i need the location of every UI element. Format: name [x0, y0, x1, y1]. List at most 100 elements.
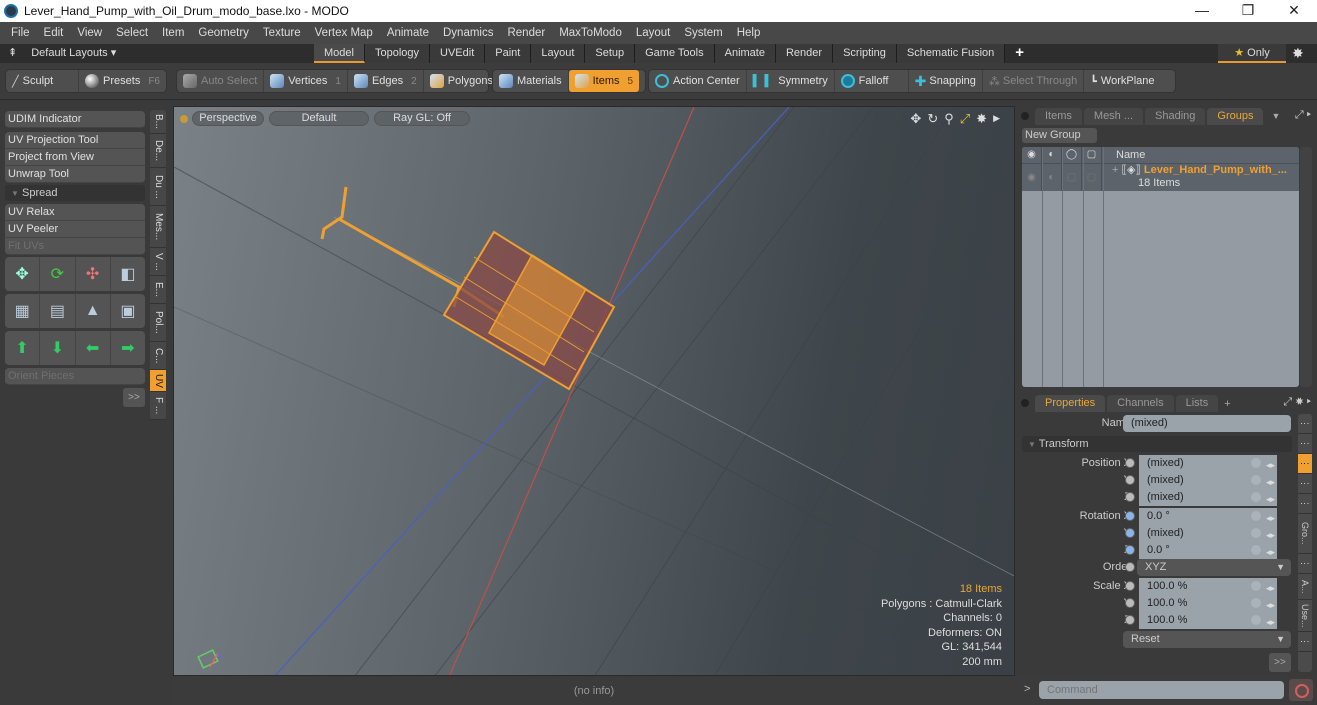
tabs-dropdown-icon[interactable]: ▼ [1271, 111, 1280, 121]
menu-geometry[interactable]: Geometry [191, 27, 256, 39]
uv-relax-button[interactable]: UV Relax [5, 204, 145, 221]
uv-rotate-icon[interactable]: ⟳ [40, 257, 76, 291]
menu-layout[interactable]: Layout [629, 27, 678, 39]
tab-scripting[interactable]: Scripting [833, 44, 897, 63]
group-name[interactable]: Lever_Hand_Pump_with_... [1144, 164, 1287, 176]
menu-system[interactable]: System [677, 27, 729, 39]
falloff-button[interactable]: Falloff [835, 70, 909, 92]
side-tab-a[interactable]: A... [1298, 574, 1312, 600]
vtab-edge[interactable]: E... [150, 276, 166, 304]
side-tab[interactable]: ⋮ [1298, 632, 1312, 652]
rotation-y-field[interactable]: (mixed) ◂▸ [1139, 525, 1277, 542]
menu-render[interactable]: Render [500, 27, 552, 39]
unwrap-tool-button[interactable]: Unwrap Tool [5, 166, 145, 183]
spread-section[interactable]: ▼ Spread [5, 185, 145, 201]
udim-indicator-button[interactable]: UDIM Indicator [5, 111, 145, 128]
fit-uvs-button[interactable]: Fit UVs [5, 238, 145, 255]
expand-group-icon[interactable]: + [1112, 164, 1118, 176]
uv-move-icon[interactable]: ✥ [5, 257, 41, 291]
tab-uvedit[interactable]: UVEdit [430, 44, 486, 63]
vtab-deform[interactable]: De... [150, 134, 166, 168]
raygl-button[interactable]: Ray GL: Off [374, 111, 470, 126]
pan-icon[interactable]: ✥ [910, 111, 921, 127]
lock-column-icon[interactable]: ◯ [1062, 147, 1082, 163]
uv-perspective-icon[interactable]: ▲ [76, 294, 111, 328]
menu-vertex-map[interactable]: Vertex Map [308, 27, 380, 39]
vtab-duplicate[interactable]: Du ... [150, 168, 166, 206]
reset-dropdown[interactable]: Reset ▼ [1123, 631, 1291, 648]
maximize-button[interactable]: ❐ [1225, 0, 1271, 22]
viewport-expand-icon[interactable]: ▶ [993, 111, 1000, 127]
close-button[interactable]: ✕ [1271, 0, 1317, 22]
side-tab-groups[interactable]: Gro... [1298, 514, 1312, 554]
vtab-basic[interactable]: B... [150, 110, 166, 134]
tab-model[interactable]: Model [314, 44, 365, 63]
shading-mode-button[interactable]: Default [269, 111, 369, 126]
properties-more-button[interactable]: >> [1269, 653, 1291, 672]
tab-game-tools[interactable]: Game Tools [635, 44, 715, 63]
materials-button[interactable]: Materials [493, 70, 569, 92]
render-column-icon[interactable]: ◐ [1042, 147, 1062, 163]
tab-lists[interactable]: Lists [1175, 395, 1219, 412]
properties-settings-icon[interactable]: ⤢ ✸ ▸ [1283, 396, 1311, 409]
items-button[interactable]: Items 5 [568, 70, 640, 92]
vtab-uv[interactable]: UV [150, 370, 166, 392]
only-toggle[interactable]: ★ Only [1218, 44, 1286, 63]
action-center-button[interactable]: Action Center [649, 70, 747, 92]
tab-topology[interactable]: Topology [364, 44, 431, 63]
tab-groups[interactable]: Groups [1207, 108, 1264, 125]
layout-up-icon[interactable]: ⇞ [8, 46, 17, 59]
panel-expand-icon[interactable]: ⤢ ▸ [1295, 109, 1311, 122]
side-tab[interactable]: ⋮ [1298, 434, 1312, 454]
tab-schematic-fusion[interactable]: Schematic Fusion [896, 44, 1006, 63]
transform-section[interactable]: ▼ Transform [1022, 436, 1292, 452]
new-group-button[interactable]: New Group [1022, 128, 1097, 143]
position-x-anim-dot[interactable] [1125, 458, 1135, 468]
orient-pieces-button[interactable]: Orient Pieces [5, 368, 145, 385]
scale-z-anim-dot[interactable] [1125, 615, 1135, 625]
uv-spherical-icon[interactable]: ▣ [111, 294, 145, 328]
rotation-z-field[interactable]: 0.0 ° ◂▸ [1139, 542, 1277, 559]
command-input[interactable] [1039, 681, 1284, 699]
viewport-options-dot[interactable] [180, 115, 188, 123]
visibility-toggle-icon[interactable]: ◉ [1022, 164, 1042, 191]
properties-menu-dot[interactable] [1021, 399, 1029, 407]
groups-scrollbar[interactable] [1300, 147, 1312, 387]
tab-properties[interactable]: Properties [1035, 395, 1106, 412]
zoom-view-icon[interactable]: ⚲ [944, 111, 954, 127]
uv-peeler-button[interactable]: UV Peeler [5, 221, 145, 238]
menu-edit[interactable]: Edit [37, 27, 71, 39]
rotation-x-anim-dot[interactable] [1125, 511, 1135, 521]
select-through-button[interactable]: ⁂ Select Through [983, 70, 1085, 92]
vtab-polygon[interactable]: Pol... [150, 304, 166, 342]
vertices-button[interactable]: Vertices 1 [264, 70, 348, 92]
snapping-button[interactable]: ✚ Snapping [909, 70, 983, 92]
default-layouts-dropdown[interactable]: Default Layouts ▾ [31, 46, 116, 59]
position-z-anim-dot[interactable] [1125, 492, 1135, 502]
select-column-icon[interactable]: ▢ [1082, 147, 1102, 163]
tab-render[interactable]: Render [775, 44, 834, 63]
viewport-settings-icon[interactable]: ✸ [976, 111, 987, 127]
vtab-vertex[interactable]: V ... [150, 248, 166, 276]
tab-setup[interactable]: Setup [585, 44, 636, 63]
presets-button[interactable]: Presets F6 [79, 70, 166, 92]
menu-item[interactable]: Item [155, 27, 191, 39]
side-tab[interactable]: ⋮ [1298, 494, 1312, 514]
record-macro-button[interactable] [1289, 679, 1313, 701]
tab-animate[interactable]: Animate [714, 44, 776, 63]
position-y-field[interactable]: (mixed) ◂▸ [1139, 472, 1277, 489]
3d-viewport[interactable]: Perspective Default Ray GL: Off ✥ ↻ ⚲ ⤢ … [173, 106, 1015, 676]
uv-scale-icon[interactable]: ✣ [76, 257, 111, 291]
align-right-icon[interactable]: ➡ [111, 331, 145, 365]
scale-y-anim-dot[interactable] [1125, 598, 1135, 608]
visibility-column-icon[interactable]: ◉ [1022, 147, 1042, 163]
add-tab-button[interactable]: + [1005, 44, 1034, 63]
side-tab[interactable]: ⋮ [1298, 414, 1312, 434]
gear-icon[interactable]: ✸ [1292, 45, 1304, 62]
fit-view-icon[interactable]: ⤢ [960, 111, 970, 127]
position-x-field[interactable]: (mixed) ◂▸ [1139, 455, 1277, 472]
rotation-y-anim-dot[interactable] [1125, 528, 1135, 538]
align-bottom-icon[interactable]: ⬇ [40, 331, 76, 365]
minimize-button[interactable]: — [1179, 0, 1225, 22]
group-row[interactable]: ◉ ◐ ▢ ▢ + ⟦◈⟧ Lever_Hand_Pump_with_... 1… [1022, 163, 1299, 191]
